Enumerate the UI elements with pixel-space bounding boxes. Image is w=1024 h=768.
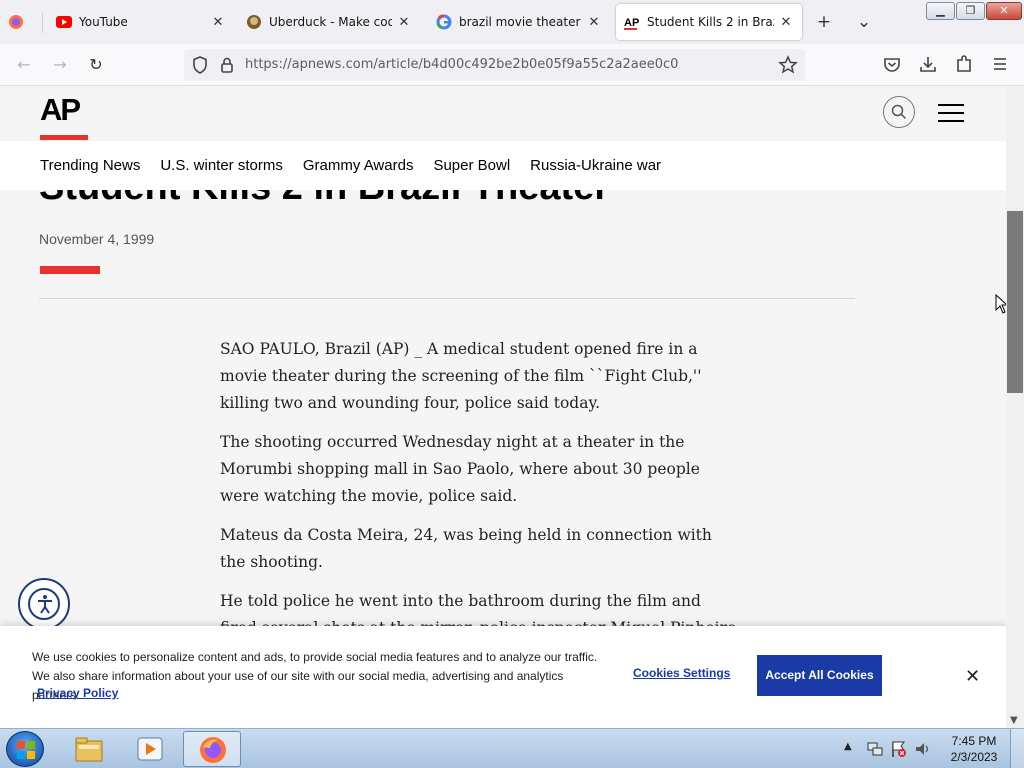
- tab-label: Student Kills 2 in Brazil Th: [647, 15, 774, 29]
- close-tab-icon[interactable]: ✕: [210, 15, 226, 30]
- taskbar-media-player[interactable]: [121, 731, 179, 767]
- volume-icon[interactable]: [914, 740, 932, 758]
- tab-label: YouTube: [79, 15, 128, 29]
- close-tab-icon[interactable]: ✕: [396, 15, 412, 30]
- trending-link[interactable]: Super Bowl: [433, 157, 510, 174]
- trending-link[interactable]: Russia-Ukraine war: [530, 157, 661, 174]
- ap-logo-underline: [40, 135, 88, 140]
- privacy-policy-link[interactable]: Privacy Policy: [37, 686, 118, 700]
- tab-firefox-view[interactable]: [0, 4, 42, 40]
- explorer-icon: [75, 737, 103, 762]
- downloads-icon[interactable]: [918, 54, 938, 74]
- bookmark-star-icon[interactable]: [778, 55, 798, 75]
- accessibility-icon: [28, 588, 60, 620]
- cookie-notice-text: We use cookies to personalize content an…: [32, 650, 598, 702]
- site-menu-icon[interactable]: [938, 104, 964, 122]
- trending-link[interactable]: Grammy Awards: [303, 157, 414, 174]
- media-player-icon: [137, 737, 163, 761]
- cookie-banner: We use cookies to personalize content an…: [0, 626, 1006, 728]
- youtube-icon: [56, 16, 72, 28]
- forward-icon[interactable]: →: [48, 53, 72, 77]
- close-tab-icon[interactable]: ✕: [778, 15, 794, 30]
- divider: [39, 298, 855, 299]
- article-paragraph: SAO PAULO, Brazil (AP) _ A medical stude…: [220, 340, 702, 412]
- extensions-icon[interactable]: [954, 54, 974, 74]
- tab-youtube[interactable]: YouTube ✕: [48, 4, 234, 40]
- restore-button[interactable]: ❐: [956, 2, 985, 20]
- accept-cookies-button[interactable]: Accept All Cookies: [757, 655, 882, 696]
- action-center-flag-icon[interactable]: [890, 740, 908, 758]
- taskbar-firefox[interactable]: [183, 731, 241, 767]
- cookie-settings-link[interactable]: Cookies Settings: [633, 666, 730, 680]
- firefox-icon: [9, 15, 23, 29]
- tab-label: Uberduck - Make cool stu: [269, 15, 392, 29]
- scroll-down-arrow-icon[interactable]: ▼: [1010, 715, 1018, 726]
- address-bar[interactable]: https://apnews.com/article/b4d00c492be2b…: [184, 49, 805, 81]
- pocket-icon[interactable]: [882, 55, 902, 75]
- article-date: November 4, 1999: [39, 231, 155, 247]
- article-paragraph: The shooting occurred Wednesday night at…: [220, 433, 700, 505]
- show-hidden-icons-icon[interactable]: ▲: [844, 741, 852, 752]
- start-button[interactable]: [6, 731, 44, 767]
- close-tab-icon[interactable]: ✕: [586, 15, 602, 30]
- minimize-button[interactable]: ▁: [926, 2, 955, 20]
- tab-label: brazil movie theater incid: [459, 15, 582, 29]
- uberduck-icon: [247, 15, 261, 29]
- tab-google-search[interactable]: brazil movie theater incid ✕: [428, 4, 610, 40]
- firefox-icon: [200, 737, 226, 763]
- clock-time: 7:45 PM: [951, 734, 997, 748]
- windows-taskbar: ▲ 7:45 PM 2/3/2023: [0, 728, 1024, 768]
- site-header: AP: [0, 86, 1006, 141]
- tracking-shield-icon[interactable]: [190, 55, 210, 75]
- system-clock[interactable]: 7:45 PM 2/3/2023: [950, 733, 998, 765]
- site-search-button[interactable]: [883, 96, 915, 128]
- reload-icon[interactable]: ↻: [84, 53, 108, 77]
- article-paragraph: Mateus da Costa Meira, 24, was being hel…: [220, 526, 712, 571]
- search-icon: [891, 104, 907, 120]
- network-icon[interactable]: [866, 740, 884, 758]
- lock-icon[interactable]: [217, 55, 237, 75]
- ap-logo[interactable]: AP: [40, 94, 81, 126]
- show-desktop-button[interactable]: [1010, 729, 1024, 768]
- url-text[interactable]: https://apnews.com/article/b4d00c492be2b…: [245, 57, 678, 72]
- navigation-toolbar: ← → ↻ https://apnews.com/article/b4d00c4…: [0, 44, 1024, 86]
- ap-icon: AP: [624, 17, 639, 30]
- tab-ap-news[interactable]: AP Student Kills 2 in Brazil Th ✕: [616, 4, 802, 40]
- app-menu-icon[interactable]: [990, 54, 1010, 74]
- accent-rule: [40, 266, 100, 274]
- mouse-cursor-icon: [995, 294, 1006, 314]
- trending-link[interactable]: Trending News: [40, 157, 140, 174]
- scrollbar-thumb[interactable]: [1007, 211, 1023, 393]
- new-tab-button[interactable]: +: [812, 10, 836, 34]
- accessibility-button[interactable]: [18, 578, 70, 630]
- tab-uberduck[interactable]: Uberduck - Make cool stu ✕: [238, 4, 420, 40]
- taskbar-explorer[interactable]: [60, 731, 118, 767]
- close-banner-icon[interactable]: ✕: [965, 666, 980, 687]
- page-scrollbar[interactable]: ▼: [1006, 86, 1024, 728]
- windows-logo-icon: [17, 741, 35, 759]
- window-close-button[interactable]: ✕: [986, 2, 1022, 20]
- clock-date: 2/3/2023: [950, 750, 998, 764]
- svg-text:AP: AP: [624, 17, 639, 29]
- list-all-tabs-button[interactable]: ⌄: [852, 10, 876, 34]
- back-icon[interactable]: ←: [12, 53, 36, 77]
- trending-link[interactable]: U.S. winter storms: [160, 157, 283, 174]
- google-icon: [436, 14, 452, 30]
- trending-bar: Trending News U.S. winter storms Grammy …: [0, 141, 1006, 190]
- page-viewport: AP Trending News U.S. winter storms Gram…: [0, 86, 1006, 728]
- tab-strip: YouTube ✕ Uberduck - Make cool stu ✕ bra…: [0, 0, 1024, 44]
